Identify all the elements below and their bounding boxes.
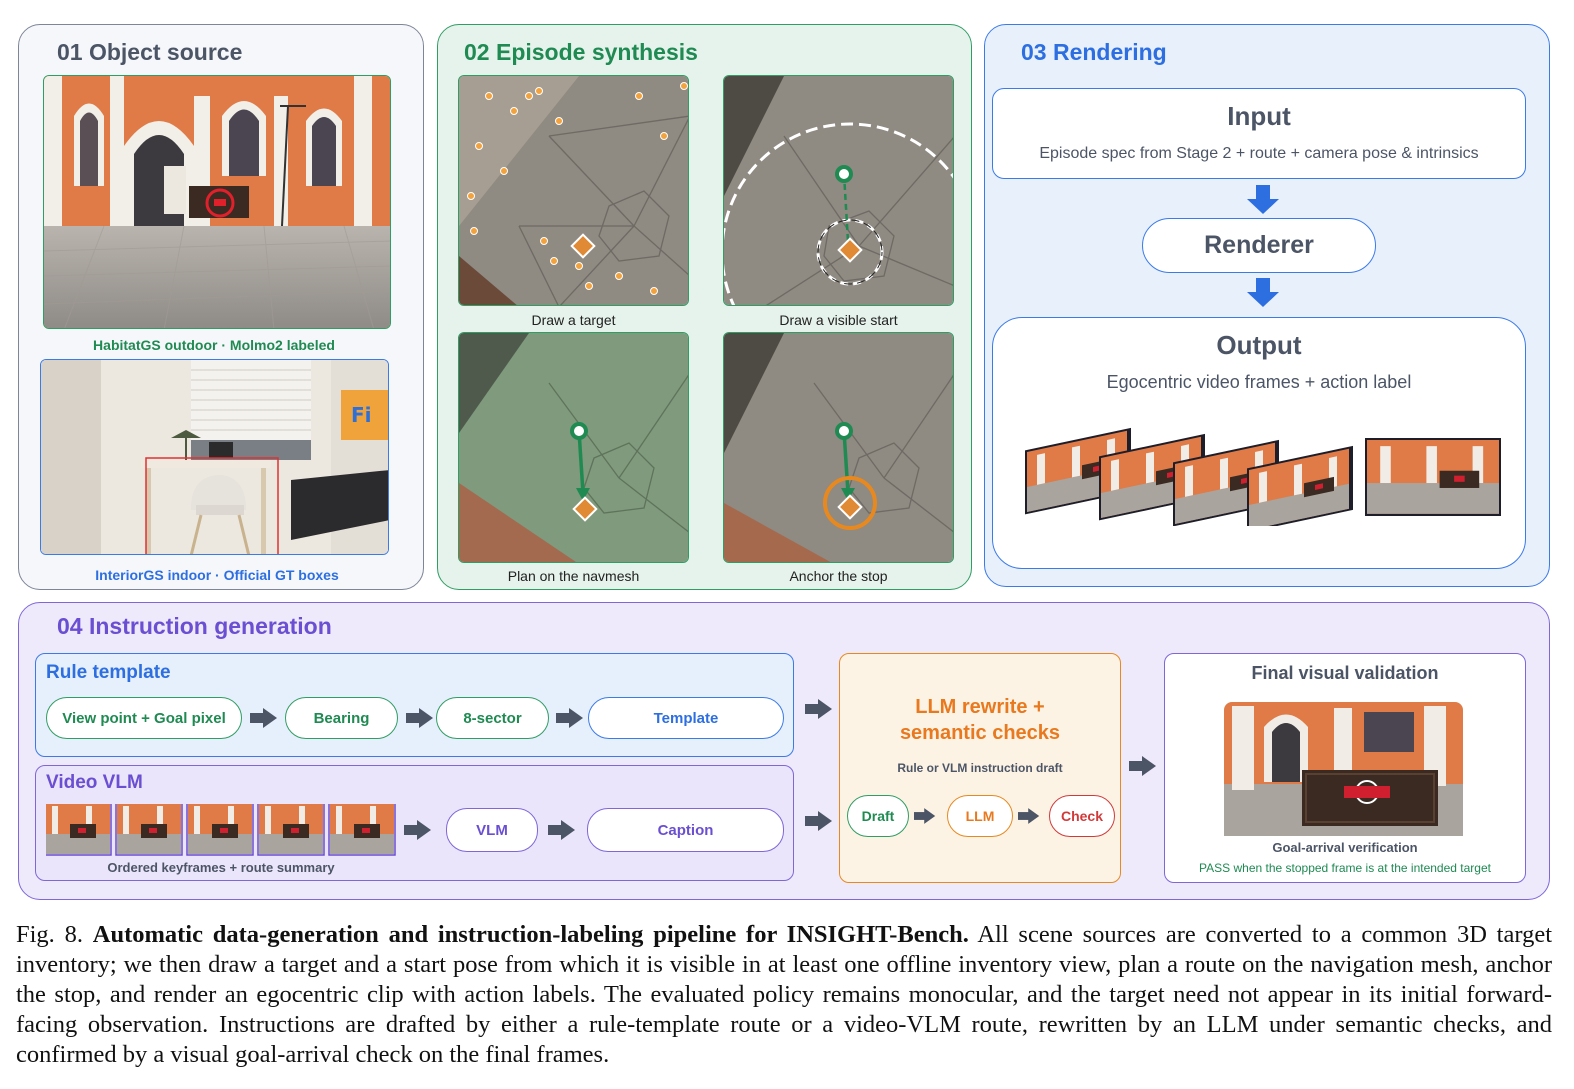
llm-title-line1: LLM rewrite + bbox=[915, 696, 1045, 718]
keyframes-image bbox=[46, 804, 396, 856]
draw-target-image bbox=[458, 75, 689, 306]
pass-condition-label: PASS when the stopped frame is at the in… bbox=[1199, 861, 1491, 875]
check-pill: Check bbox=[1049, 795, 1115, 837]
goal-arrival-label: Goal-arrival verification bbox=[1272, 840, 1418, 855]
anchor-stop-image bbox=[723, 332, 954, 563]
right-arrow-icon bbox=[914, 808, 936, 824]
llm-pill: LLM bbox=[947, 795, 1013, 837]
rendering-title: 03 Rendering bbox=[1021, 39, 1167, 65]
final-validation-title: Final visual validation bbox=[1251, 663, 1439, 683]
llm-subtitle: Rule or VLM instruction draft bbox=[897, 761, 1063, 775]
bearing-pill: Bearing bbox=[285, 697, 398, 739]
template-pill: Template bbox=[588, 697, 784, 739]
indoor-scene-image: Fi bbox=[40, 359, 389, 555]
renderer-box: Renderer bbox=[1142, 218, 1376, 273]
egocentric-frames-image bbox=[1025, 427, 1501, 526]
final-frame-image bbox=[1224, 702, 1463, 836]
right-arrow-icon bbox=[805, 699, 832, 719]
right-arrow-icon bbox=[1129, 756, 1156, 776]
right-arrow-icon bbox=[250, 708, 277, 728]
renderer-label: Renderer bbox=[1204, 231, 1314, 259]
right-arrow-icon bbox=[805, 811, 832, 831]
llm-rewrite-panel: LLM rewrite + semantic checks Rule or VL… bbox=[839, 653, 1121, 883]
video-vlm-title: Video VLM bbox=[46, 772, 143, 793]
object-source-title: 01 Object source bbox=[57, 39, 243, 65]
input-subtitle: Episode spec from Stage 2 + route + came… bbox=[1039, 145, 1479, 162]
figure-caption-title: Automatic data-generation and instructio… bbox=[92, 921, 969, 948]
right-arrow-icon bbox=[406, 708, 433, 728]
rule-template-panel: Rule template View point + Goal pixel Be… bbox=[35, 653, 794, 757]
indoor-caption: InteriorGS indoor · Official GT boxes bbox=[95, 567, 339, 583]
instruction-generation-panel: 04 Instruction generation Rule template … bbox=[18, 602, 1550, 900]
rendering-panel: 03 Rendering Input Episode spec from Sta… bbox=[984, 24, 1550, 587]
keyframes-caption: Ordered keyframes + route summary bbox=[107, 860, 335, 875]
right-arrow-icon bbox=[404, 820, 431, 840]
instruction-generation-title: 04 Instruction generation bbox=[57, 613, 332, 639]
caption-pill: Caption bbox=[587, 808, 784, 852]
episode-synthesis-panel: 02 Episode synthesis Draw a target Draw … bbox=[437, 24, 972, 590]
plan-navmesh-image bbox=[458, 332, 689, 563]
eight-sector-pill: 8-sector bbox=[436, 697, 549, 739]
step-anchor-stop: Anchor the stop bbox=[789, 568, 888, 584]
step-plan-navmesh: Plan on the navmesh bbox=[507, 568, 640, 584]
svg-text:Fi: Fi bbox=[351, 403, 372, 427]
rule-template-title: Rule template bbox=[46, 662, 171, 683]
down-arrow-icon bbox=[1247, 185, 1279, 214]
draft-pill: Draft bbox=[847, 795, 909, 837]
outdoor-scene-image bbox=[43, 75, 391, 329]
llm-title-line2: semantic checks bbox=[899, 722, 1061, 744]
down-arrow-icon bbox=[1247, 278, 1279, 307]
right-arrow-icon bbox=[1018, 808, 1040, 824]
input-box: Input Episode spec from Stage 2 + route … bbox=[992, 88, 1526, 179]
episode-synthesis-title: 02 Episode synthesis bbox=[464, 39, 698, 65]
viewpoint-goal-pixel-pill: View point + Goal pixel bbox=[46, 697, 242, 739]
vlm-pill: VLM bbox=[446, 808, 538, 852]
figure-caption: Fig. 8. Automatic data-generation and in… bbox=[16, 920, 1552, 1070]
right-arrow-icon bbox=[556, 708, 583, 728]
right-arrow-icon bbox=[548, 820, 575, 840]
output-title: Output bbox=[1216, 330, 1302, 360]
figure-label: Fig. 8. bbox=[16, 921, 83, 948]
video-vlm-panel: Video VLM Ordered keyframes + route summ… bbox=[35, 765, 794, 881]
step-draw-target: Draw a target bbox=[531, 312, 616, 328]
input-title: Input bbox=[1227, 101, 1291, 131]
final-validation-panel: Final visual validation Goal-arrival ver… bbox=[1164, 653, 1526, 883]
object-source-panel: 01 Object source HabitatGS outdoor · Mol… bbox=[18, 24, 424, 590]
output-subtitle: Egocentric video frames + action label bbox=[1106, 372, 1412, 392]
output-box: Output Egocentric video frames + action … bbox=[992, 317, 1526, 569]
outdoor-caption: HabitatGS outdoor · Molmo2 labeled bbox=[93, 337, 335, 353]
draw-visible-start-image bbox=[723, 75, 954, 306]
step-draw-visible-start: Draw a visible start bbox=[779, 312, 898, 328]
